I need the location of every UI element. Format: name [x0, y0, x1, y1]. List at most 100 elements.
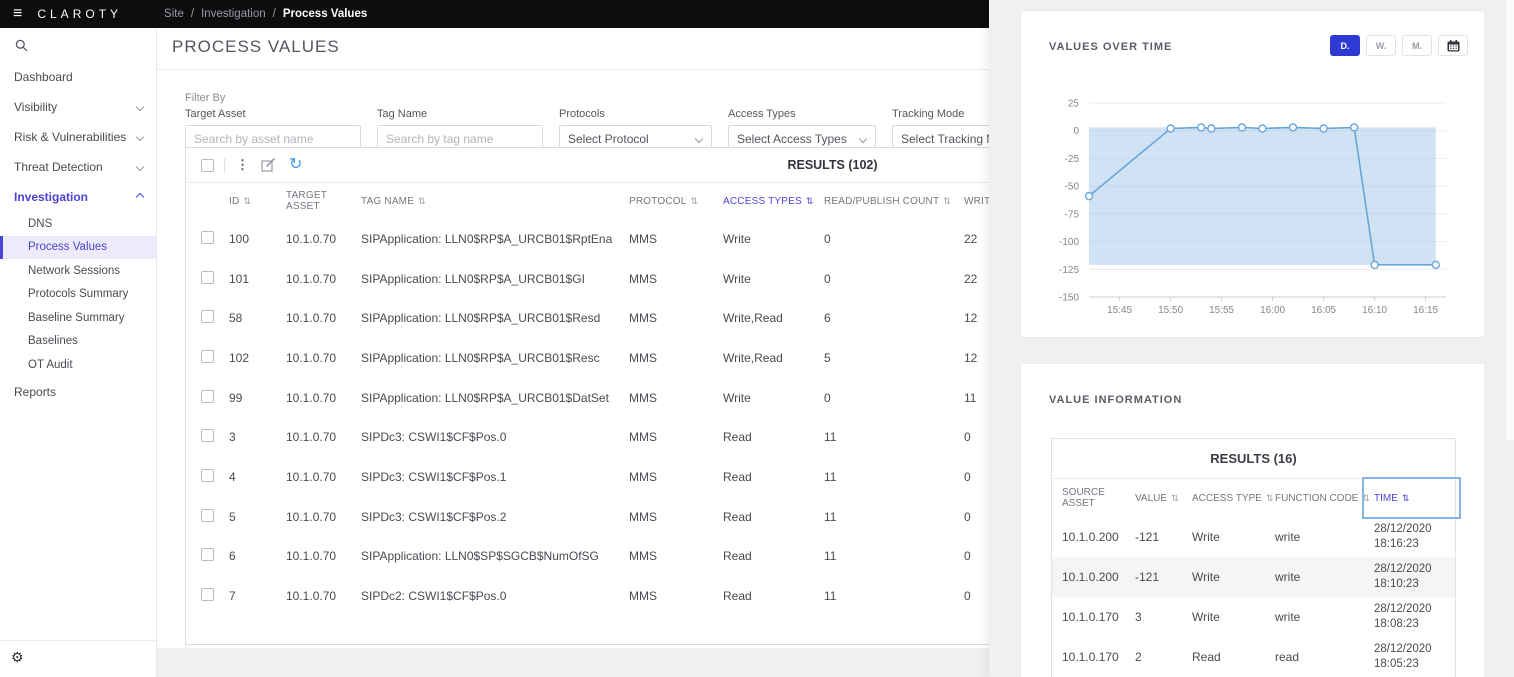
- value-row[interactable]: 10.1.0.1702Readread28/12/202018:05:23: [1052, 637, 1455, 677]
- column-header-protocol[interactable]: PROTOCOL ⇅: [629, 196, 723, 207]
- menu-icon[interactable]: ≡: [13, 6, 22, 22]
- column-header-access-types[interactable]: ACCESS TYPES ⇅: [723, 196, 824, 207]
- kebab-menu-icon[interactable]: ⋮: [236, 157, 249, 173]
- sidebar-item-dashboard[interactable]: Dashboard: [0, 62, 156, 92]
- sidebar-item-network-sessions[interactable]: Network Sessions: [0, 259, 156, 283]
- sidebar-item-ot-audit[interactable]: OT Audit: [0, 353, 156, 377]
- row-checkbox[interactable]: [201, 310, 214, 323]
- calendar-icon: [1447, 40, 1460, 52]
- value-table-header-row: SOURCE ASSETVALUE⇅ACCESS TYPE⇅FUNCTION C…: [1052, 479, 1455, 517]
- row-checkbox-cell: [201, 310, 229, 326]
- filter-access-types: Access TypesSelect Access Types: [728, 108, 876, 152]
- row-checkbox[interactable]: [201, 429, 214, 442]
- cell-target-asset: 10.1.0.70: [286, 391, 361, 405]
- sidebar-item-reports[interactable]: Reports: [0, 377, 156, 407]
- sidebar-item-label: Risk & Vulnerabilities: [14, 130, 126, 144]
- edit-button[interactable]: [261, 158, 276, 172]
- sort-icon[interactable]: ⇅: [1362, 493, 1370, 504]
- chevron-down-icon: [859, 135, 867, 143]
- value-column-header-function-code[interactable]: FUNCTION CODE⇅: [1275, 493, 1374, 504]
- row-checkbox[interactable]: [201, 271, 214, 284]
- column-header-label: PROTOCOL: [629, 196, 687, 207]
- row-checkbox[interactable]: [201, 350, 214, 363]
- cell-access-type: Write: [1192, 570, 1275, 584]
- sort-icon[interactable]: ⇅: [1266, 493, 1274, 504]
- y-tick-label: -100: [1059, 237, 1079, 248]
- range-button-m[interactable]: M.: [1402, 35, 1432, 56]
- sort-icon[interactable]: ⇅: [806, 196, 814, 207]
- chevron-up-icon: [136, 193, 144, 201]
- row-checkbox[interactable]: [201, 390, 214, 403]
- breadcrumb-item-site[interactable]: Site: [164, 8, 184, 20]
- value-row[interactable]: 10.1.0.200-121Writewrite28/12/202018:10:…: [1052, 557, 1455, 597]
- sidebar-item-process-values[interactable]: Process Values: [0, 236, 156, 260]
- cell-read-publish-count: 0: [824, 391, 964, 405]
- column-header-label: TIME: [1374, 493, 1398, 504]
- sidebar-item-baseline-summary[interactable]: Baseline Summary: [0, 306, 156, 330]
- cell-id: 7: [229, 589, 286, 603]
- filter-row: Target AssetTag NameProtocolsSelect Prot…: [185, 108, 1042, 152]
- gear-icon[interactable]: ⚙: [11, 649, 24, 666]
- value-column-header-access-type[interactable]: ACCESS TYPE⇅: [1192, 493, 1275, 504]
- cell-function-code: write: [1275, 570, 1374, 584]
- cell-access-types: Read: [723, 470, 824, 484]
- breadcrumb-item-process-values[interactable]: Process Values: [283, 8, 367, 20]
- cell-read-publish-count: 0: [824, 232, 964, 246]
- cell-read-publish-count: 11: [824, 589, 964, 603]
- sidebar-item-protocols-summary[interactable]: Protocols Summary: [0, 283, 156, 307]
- row-checkbox[interactable]: [201, 548, 214, 561]
- range-button-w[interactable]: W.: [1366, 35, 1396, 56]
- column-header-read-publish-count[interactable]: READ/PUBLISH COUNT⇅: [824, 196, 964, 207]
- select-all-checkbox[interactable]: [201, 159, 214, 172]
- y-tick-label: -50: [1065, 182, 1080, 193]
- sidebar-item-visibility[interactable]: Visibility: [0, 92, 156, 122]
- sort-icon[interactable]: ⇅: [943, 196, 951, 207]
- sidebar-item-threat-detection[interactable]: Threat Detection: [0, 152, 156, 182]
- column-header-label: VALUE: [1135, 493, 1167, 504]
- column-header-label: ACCESS TYPES: [723, 196, 802, 207]
- range-button-d[interactable]: D.: [1330, 35, 1360, 56]
- sort-icon[interactable]: ⇅: [691, 196, 699, 207]
- sort-icon[interactable]: ⇅: [418, 196, 426, 207]
- x-tick-label: 16:10: [1362, 305, 1387, 316]
- breadcrumb-item-investigation[interactable]: Investigation: [201, 8, 266, 20]
- cell-protocol: MMS: [629, 391, 723, 405]
- row-checkbox[interactable]: [201, 231, 214, 244]
- sidebar-item-baselines[interactable]: Baselines: [0, 330, 156, 354]
- sidebar-item-risk-vulnerabilities[interactable]: Risk & Vulnerabilities: [0, 122, 156, 152]
- column-header-target-asset[interactable]: TARGET ASSET: [286, 190, 361, 212]
- value-column-header-value[interactable]: VALUE ⇅: [1135, 493, 1192, 504]
- sidebar-item-dns[interactable]: DNS: [0, 212, 156, 236]
- value-row[interactable]: 10.1.0.200-121Writewrite28/12/202018:16:…: [1052, 517, 1455, 557]
- scrollbar-track[interactable]: [1505, 0, 1514, 440]
- cell-tag-name: SIPApplication: LLN0$SP$SGCB$NumOfSG: [361, 549, 629, 563]
- sort-icon[interactable]: ⇅: [1171, 493, 1179, 504]
- cell-source-asset: 10.1.0.200: [1062, 570, 1135, 584]
- filter-field-label: Target Asset: [185, 108, 361, 120]
- cell-id: 5: [229, 510, 286, 524]
- column-header-id[interactable]: ID⇅: [229, 196, 286, 207]
- row-checkbox-cell: [201, 231, 229, 247]
- row-checkbox[interactable]: [201, 588, 214, 601]
- cell-function-code: write: [1275, 530, 1374, 544]
- sort-icon[interactable]: ⇅: [1402, 493, 1410, 504]
- sort-icon[interactable]: ⇅: [243, 196, 251, 207]
- row-checkbox[interactable]: [201, 509, 214, 522]
- cell-time-date: 28/12/2020: [1374, 642, 1467, 657]
- sidebar-item-label: Baselines: [28, 335, 78, 347]
- sidebar-item-investigation[interactable]: Investigation: [0, 182, 156, 212]
- value-row[interactable]: 10.1.0.1703Writewrite28/12/202018:08:23: [1052, 597, 1455, 637]
- cell-function-code: read: [1275, 650, 1374, 664]
- cell-source-asset: 10.1.0.170: [1062, 610, 1135, 624]
- column-header-tag-name[interactable]: TAG NAME⇅: [361, 196, 629, 207]
- row-checkbox[interactable]: [201, 469, 214, 482]
- min-max-band: [1089, 127, 1436, 264]
- sidebar-search[interactable]: [0, 28, 156, 62]
- calendar-button[interactable]: [1438, 35, 1468, 56]
- title-divider: [157, 69, 989, 70]
- cell-time-clock: 18:10:23: [1374, 577, 1467, 592]
- chevron-down-icon: [136, 133, 144, 141]
- value-column-header-time[interactable]: TIME ⇅: [1374, 493, 1467, 504]
- refresh-icon[interactable]: ↻: [289, 157, 302, 173]
- value-column-header-source-asset[interactable]: SOURCE ASSET: [1062, 487, 1135, 509]
